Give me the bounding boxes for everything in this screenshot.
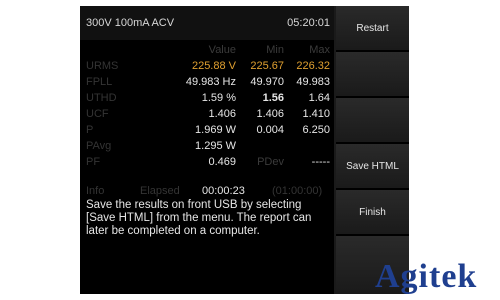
info-label: Info xyxy=(86,185,105,197)
row-max: ----- xyxy=(311,156,330,168)
status-bar: 300V 100mA ACV 05:20:01 xyxy=(80,6,334,40)
table-row-p[interactable]: P 1.969 W 0.004 6.250 xyxy=(80,122,334,138)
table-row-pf[interactable]: PF 0.469 PDev ----- xyxy=(80,154,334,170)
header-value: Value xyxy=(208,44,236,56)
softkey-blank-1[interactable] xyxy=(336,52,409,98)
row-label: UTHD xyxy=(86,92,117,104)
row-value: 1.969 W xyxy=(195,124,236,136)
table-row-uthd[interactable]: UTHD 1.59 % 1.56 1.64 xyxy=(80,90,334,106)
table-row-pavg[interactable]: PAvg 1.295 W xyxy=(80,138,334,154)
row-value: 225.88 V xyxy=(191,60,236,72)
row-min: 1.56 xyxy=(262,92,284,104)
row-label: URMS xyxy=(86,60,119,72)
row-label: PF xyxy=(86,156,101,168)
row-min: 0.004 xyxy=(256,124,284,136)
table-row-fpll[interactable]: FPLL 49.983 Hz 49.970 49.983 xyxy=(80,74,334,90)
row-max: 1.64 xyxy=(308,92,330,104)
table-row-ucf[interactable]: UCF 1.406 1.406 1.410 xyxy=(80,106,334,122)
softkey-panel: Restart Save HTML Finish xyxy=(336,6,409,294)
table-header: Value Min Max xyxy=(80,42,334,58)
row-label: FPLL xyxy=(86,76,113,88)
instrument-panel: 300V 100mA ACV 05:20:01 Value Min Max UR… xyxy=(80,6,409,294)
row-value: 1.59 % xyxy=(201,92,236,104)
row-max: 226.32 xyxy=(296,60,330,72)
measurement-table: Value Min Max URMS 225.88 V 225.67 226.3… xyxy=(80,42,334,170)
elapsed-total: (01:00:00) xyxy=(272,185,323,197)
table-row-urms[interactable]: URMS 225.88 V 225.67 226.32 xyxy=(80,58,334,74)
info-bar: Info Elapsed 00:00:23 (01:00:00) xyxy=(80,184,334,198)
clock: 05:20:01 xyxy=(287,17,330,29)
softkey-blank-2[interactable] xyxy=(336,98,409,144)
display-screen: 300V 100mA ACV 05:20:01 Value Min Max UR… xyxy=(80,6,334,294)
row-value: 0.469 xyxy=(208,156,236,168)
row-max: 49.983 xyxy=(296,76,330,88)
finish-button[interactable]: Finish xyxy=(336,190,409,236)
elapsed-label: Elapsed xyxy=(140,185,180,197)
header-min: Min xyxy=(266,44,284,56)
row-max: 6.250 xyxy=(302,124,330,136)
brand-watermark: Agitek xyxy=(375,258,478,295)
save-html-button[interactable]: Save HTML xyxy=(336,144,409,190)
row-min: 1.406 xyxy=(256,108,284,120)
range-indicator: 300V 100mA ACV xyxy=(86,17,175,29)
row-label: UCF xyxy=(86,108,109,120)
header-max: Max xyxy=(309,44,330,56)
row-max: 1.410 xyxy=(302,108,330,120)
restart-button[interactable]: Restart xyxy=(336,6,409,52)
row-value: 49.983 Hz xyxy=(185,76,236,88)
row-value: 1.406 xyxy=(208,108,236,120)
row-min: PDev xyxy=(257,156,284,168)
row-label: P xyxy=(86,124,94,136)
elapsed-value: 00:00:23 xyxy=(202,185,245,197)
row-min: 49.970 xyxy=(250,76,284,88)
info-message: Save the results on front USB by selecti… xyxy=(86,199,312,237)
row-value: 1.295 W xyxy=(195,140,236,152)
row-min: 225.67 xyxy=(250,60,284,72)
row-label: PAvg xyxy=(86,140,112,152)
